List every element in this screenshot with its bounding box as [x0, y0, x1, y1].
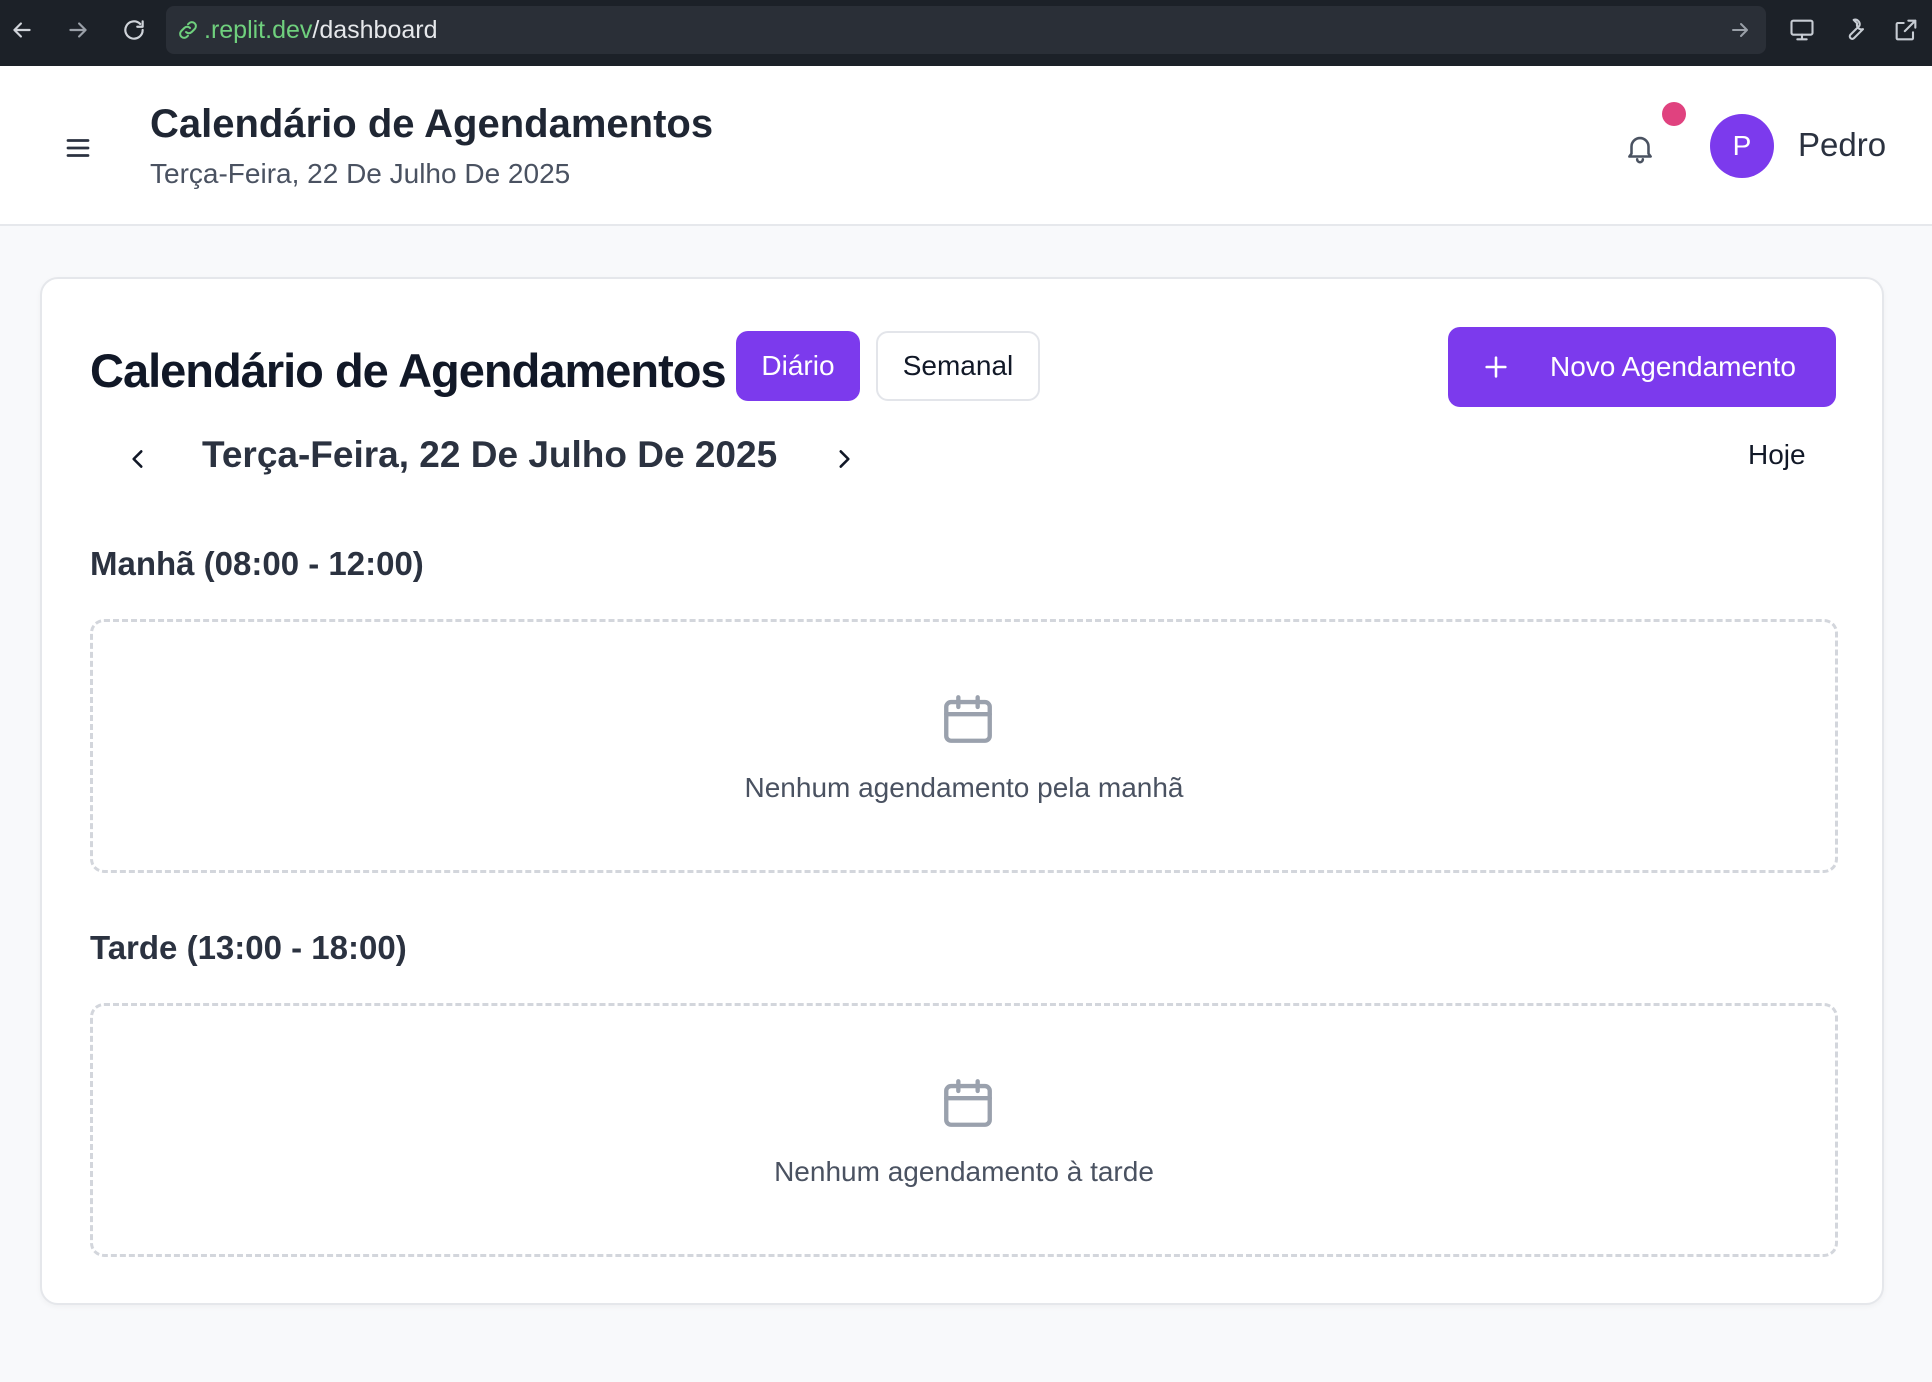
- notifications-button[interactable]: [1620, 126, 1660, 170]
- menu-icon: [66, 139, 90, 157]
- view-weekly-button[interactable]: Semanal: [876, 331, 1040, 401]
- open-external-button[interactable]: [1880, 4, 1932, 56]
- address-bar[interactable]: .replit.dev/dashboard: [166, 6, 1766, 54]
- chevron-right-icon: [839, 450, 850, 468]
- calendar-icon: [944, 695, 992, 743]
- previous-day-button[interactable]: [118, 439, 158, 479]
- today-button[interactable]: Hoje: [1748, 439, 1806, 471]
- user-name[interactable]: Pedro: [1798, 126, 1886, 164]
- new-appointment-button[interactable]: Novo Agendamento: [1448, 327, 1836, 407]
- url-host: .replit.dev: [204, 15, 313, 44]
- browser-toolbar: .replit.dev/dashboard: [0, 0, 1932, 66]
- new-appointment-label: Novo Agendamento: [1550, 351, 1796, 382]
- monitor-icon: [1790, 19, 1814, 41]
- current-date: Terça-Feira, 22 De Julho De 2025: [202, 434, 778, 475]
- app-header: Calendário de Agendamentos Terça-Feira, …: [0, 66, 1932, 226]
- chevron-left-icon: [132, 450, 143, 468]
- link-icon: [179, 21, 197, 39]
- morning-section-title: Manhã (08:00 - 12:00): [90, 545, 424, 582]
- forward-arrow-icon: [69, 22, 87, 38]
- notification-badge: [1662, 102, 1686, 126]
- back-button[interactable]: [0, 8, 44, 52]
- external-link-icon: [1895, 19, 1917, 41]
- forward-button[interactable]: [56, 8, 100, 52]
- morning-empty-state: Nenhum agendamento pela manhã: [90, 619, 1838, 873]
- calendar-title: Calendário de Agendamentos: [90, 344, 727, 397]
- devtools-button[interactable]: [1776, 4, 1828, 56]
- menu-button[interactable]: [58, 128, 98, 168]
- tools-button[interactable]: [1828, 4, 1880, 56]
- reload-icon: [124, 20, 144, 40]
- calendar-icon: [944, 1079, 992, 1127]
- afternoon-empty-state: Nenhum agendamento à tarde: [90, 1003, 1838, 1257]
- bell-icon: [1628, 136, 1652, 164]
- plus-icon: [1485, 356, 1507, 378]
- view-daily-button[interactable]: Diário: [736, 331, 860, 401]
- afternoon-empty-text: Nenhum agendamento à tarde: [774, 1156, 1154, 1187]
- avatar[interactable]: P: [1710, 114, 1774, 178]
- calendar-card: Calendário de Agendamentos Diário Semana…: [40, 277, 1884, 1305]
- page-title: Calendário de Agendamentos: [150, 102, 714, 146]
- afternoon-section-title: Tarde (13:00 - 18:00): [90, 929, 407, 966]
- back-arrow-icon: [13, 22, 31, 38]
- go-arrow-icon[interactable]: [1728, 18, 1752, 42]
- wrench-icon: [1848, 18, 1865, 40]
- url-path: /dashboard: [312, 15, 438, 44]
- reload-button[interactable]: [112, 8, 156, 52]
- page-subtitle-date: Terça-Feira, 22 De Julho De 2025: [150, 158, 571, 189]
- next-day-button[interactable]: [824, 439, 864, 479]
- morning-empty-text: Nenhum agendamento pela manhã: [744, 772, 1184, 803]
- browser-tools: [1776, 0, 1932, 60]
